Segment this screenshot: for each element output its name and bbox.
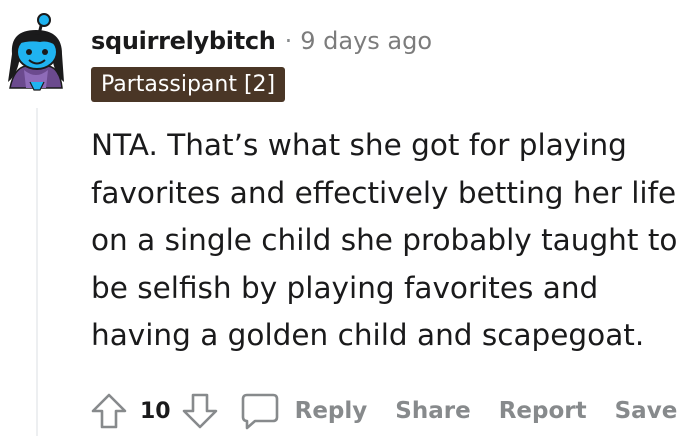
share-button[interactable]: Share (395, 398, 470, 424)
reply-label: Reply (294, 398, 368, 424)
upvote-button[interactable] (88, 390, 130, 432)
downvote-arrow-icon (182, 393, 217, 429)
speech-bubble-icon (241, 393, 278, 430)
username[interactable]: squirrelybitch (91, 27, 276, 55)
comment-actions: 10 Reply Share Report Save (88, 386, 677, 436)
snoo-avatar-icon (8, 13, 64, 91)
upvote-arrow-icon (91, 393, 127, 429)
thread-line[interactable] (36, 108, 38, 436)
report-button[interactable]: Report (499, 398, 587, 424)
comment-text: NTA. That’s what she got for playing fav… (91, 128, 678, 353)
comment-meta: squirrelybitch · 9 days ago (91, 26, 432, 56)
meta-separator: · (284, 27, 293, 55)
save-button[interactable]: Save (615, 398, 678, 424)
reply-button[interactable]: Reply (239, 391, 368, 431)
comment-body: NTA. That’s what she got for playing fav… (91, 122, 691, 360)
user-flair: Partassipant [2] (91, 67, 286, 102)
downvote-button[interactable] (179, 390, 221, 432)
vote-count: 10 (140, 398, 171, 424)
timestamp[interactable]: 9 days ago (300, 27, 432, 55)
avatar[interactable] (4, 10, 68, 94)
